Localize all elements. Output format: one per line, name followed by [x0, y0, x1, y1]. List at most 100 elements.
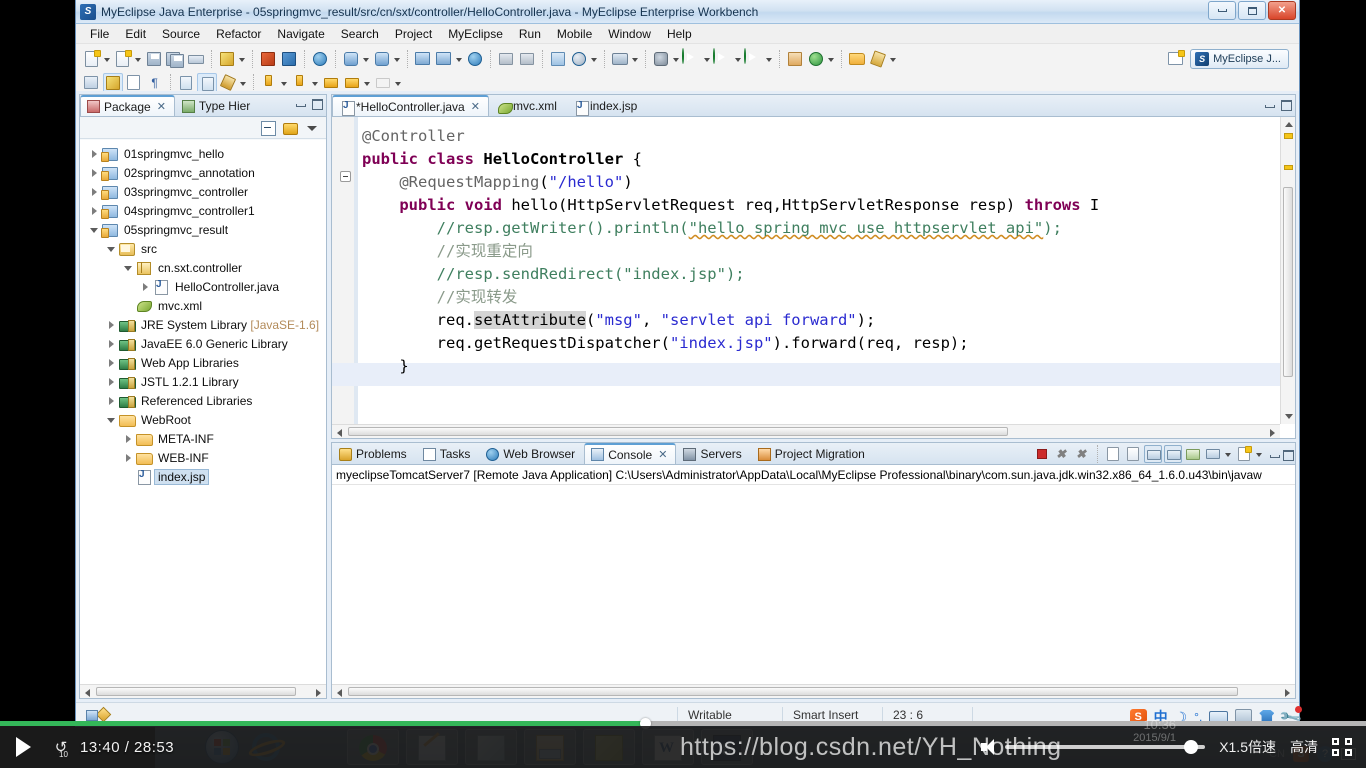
link-with-editor-icon[interactable] — [282, 120, 298, 136]
tree-item[interactable]: HelloController.java — [82, 277, 326, 296]
tree-item[interactable]: 03springmvc_controller — [82, 182, 326, 201]
debug-dropdown-icon[interactable] — [672, 49, 681, 69]
uml-dropdown-icon[interactable] — [590, 49, 599, 69]
scroll-down-icon[interactable] — [1281, 410, 1295, 424]
expand-arrow-icon[interactable] — [88, 147, 101, 160]
toggle-mark-occurrences-icon[interactable] — [82, 73, 102, 93]
next-annotation-icon[interactable] — [176, 73, 196, 93]
open-browser-icon[interactable] — [465, 49, 485, 69]
maven-build-icon[interactable] — [496, 49, 516, 69]
forward-icon[interactable] — [373, 73, 393, 93]
new-project-dropdown-icon[interactable] — [134, 49, 143, 69]
collapse-arrow-icon[interactable] — [105, 413, 118, 426]
tree-item[interactable]: 02springmvc_annotation — [82, 163, 326, 182]
menu-source[interactable]: Source — [154, 25, 208, 43]
open-console-icon[interactable] — [1204, 445, 1222, 463]
tree-item[interactable]: 04springmvc_controller1 — [82, 201, 326, 220]
maven-clean-icon[interactable] — [517, 49, 537, 69]
minimize-icon[interactable] — [1264, 99, 1275, 110]
playback-speed-label[interactable]: X1.5倍速 — [1219, 737, 1276, 757]
expand-arrow-icon[interactable] — [122, 451, 135, 464]
save-all-icon[interactable] — [165, 49, 185, 69]
scroll-right-icon[interactable] — [312, 685, 326, 698]
editor-hscrollbar[interactable] — [332, 424, 1280, 438]
collapse-arrow-icon[interactable] — [105, 242, 118, 255]
run-server-dropdown-icon[interactable] — [765, 49, 774, 69]
git-dropdown-icon[interactable] — [827, 49, 836, 69]
open-console-dropdown-icon[interactable] — [1224, 444, 1233, 464]
clear-console-icon[interactable] — [1104, 445, 1122, 463]
tab-problems[interactable]: Problems — [332, 443, 416, 464]
console-output[interactable] — [332, 485, 1295, 698]
fullscreen-icon[interactable] — [1332, 738, 1352, 756]
tree-item[interactable]: Referenced Libraries — [82, 391, 326, 410]
collapse-arrow-icon[interactable] — [122, 261, 135, 274]
volume-knob[interactable] — [1184, 740, 1199, 754]
git-icon[interactable] — [806, 49, 826, 69]
tree-item[interactable]: src — [82, 239, 326, 258]
menu-mobile[interactable]: Mobile — [549, 25, 600, 43]
editor-window-controls[interactable] — [1264, 99, 1292, 111]
tree-item[interactable]: WEB-INF — [82, 448, 326, 467]
tab-mvc-xml[interactable]: mvc.xml — [489, 95, 566, 116]
quality-label[interactable]: 高清 — [1290, 737, 1318, 757]
tree-item[interactable]: 05springmvc_result — [82, 220, 326, 239]
save-icon[interactable] — [144, 49, 164, 69]
expand-arrow-icon[interactable] — [122, 432, 135, 445]
scroll-thumb[interactable] — [348, 427, 1008, 436]
report-designer-icon[interactable] — [548, 49, 568, 69]
tree-item[interactable]: 01springmvc_hello — [82, 144, 326, 163]
scroll-thumb[interactable] — [348, 687, 1238, 696]
tab-project-migration[interactable]: Project Migration — [751, 443, 874, 464]
tree-item[interactable]: Web App Libraries — [82, 353, 326, 372]
view-menu-icon[interactable] — [304, 120, 320, 136]
tree-item[interactable]: index.jsp — [82, 467, 326, 486]
expand-arrow-icon[interactable] — [105, 356, 118, 369]
new-db-connection-icon[interactable] — [341, 49, 361, 69]
forward-dropdown-icon[interactable] — [394, 73, 403, 93]
edit-location-dropdown-icon[interactable] — [239, 73, 248, 93]
last-edit-location-icon[interactable] — [218, 73, 238, 93]
pin-console-icon[interactable] — [1164, 445, 1182, 463]
tree-item[interactable]: WebRoot — [82, 410, 326, 429]
snapshot-icon[interactable] — [610, 49, 630, 69]
run-dropdown-icon[interactable] — [703, 49, 712, 69]
tree-item[interactable]: cn.sxt.controller — [82, 258, 326, 277]
quick-fix-icon[interactable] — [217, 49, 237, 69]
editor-tabs[interactable]: *HelloController.java ✕ mvc.xml index.js… — [332, 95, 1295, 117]
quick-fix-dropdown-icon[interactable] — [238, 49, 247, 69]
expand-arrow-icon[interactable] — [105, 318, 118, 331]
maximize-button[interactable] — [1238, 1, 1266, 20]
scroll-up-icon[interactable] — [1281, 117, 1295, 131]
terminate-icon[interactable] — [1033, 445, 1051, 463]
view-window-controls[interactable] — [295, 98, 323, 110]
new-project-icon[interactable] — [113, 49, 133, 69]
tab-index-jsp[interactable]: index.jsp — [566, 95, 646, 116]
new-package-icon[interactable] — [785, 49, 805, 69]
back-dropdown-icon[interactable] — [363, 73, 372, 93]
perspective-myeclipse-java-button[interactable]: S MyEclipse J... — [1190, 49, 1289, 69]
expand-arrow-icon[interactable] — [88, 166, 101, 179]
toggle-block-selection-icon[interactable] — [124, 73, 144, 93]
scroll-thumb[interactable] — [1283, 187, 1293, 377]
maximize-icon[interactable] — [1280, 99, 1292, 111]
new-wizard-icon[interactable] — [82, 49, 102, 69]
collapse-arrow-icon[interactable] — [88, 223, 101, 236]
volume-icon[interactable] — [981, 739, 999, 755]
expand-arrow-icon[interactable] — [105, 394, 118, 407]
scroll-lock-icon[interactable] — [1124, 445, 1142, 463]
tree-item[interactable]: JRE System Library [JavaSE-1.6] — [82, 315, 326, 334]
warning-marker-icon[interactable] — [1284, 133, 1293, 139]
expand-arrow-icon[interactable] — [139, 280, 152, 293]
show-console-on-output-icon[interactable] — [1144, 445, 1162, 463]
fold-toggle-icon[interactable] — [340, 171, 351, 182]
tree-item[interactable]: META-INF — [82, 429, 326, 448]
reverse-engineer-icon[interactable] — [413, 49, 433, 69]
new-console-view-icon[interactable] — [1235, 445, 1253, 463]
maximize-icon[interactable] — [311, 98, 323, 110]
toggle-highlight-icon[interactable] — [103, 73, 123, 93]
menu-edit[interactable]: Edit — [117, 25, 154, 43]
perspective-switcher[interactable]: S MyEclipse J... — [1166, 49, 1295, 69]
minimize-button[interactable] — [1208, 1, 1236, 20]
step-into-dropdown-icon[interactable] — [280, 73, 289, 93]
